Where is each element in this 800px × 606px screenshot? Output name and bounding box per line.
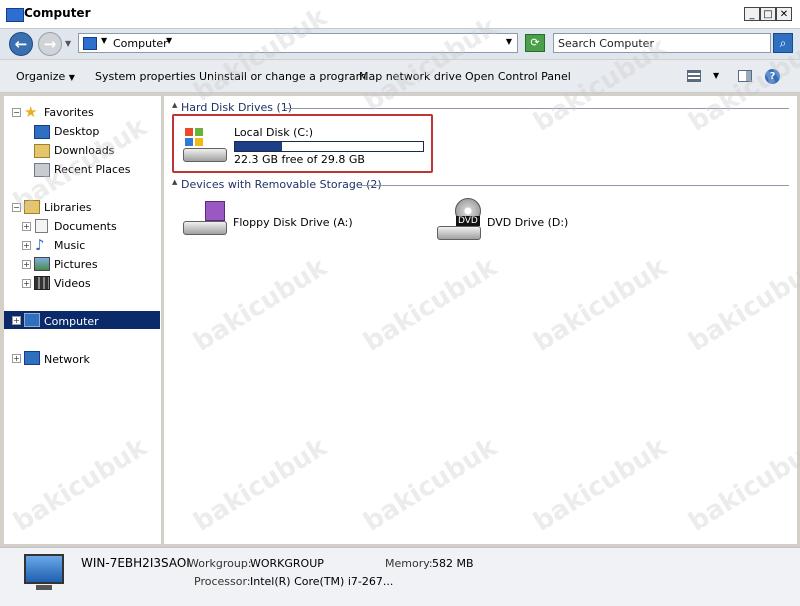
nav-pictures[interactable]: Pictures [54, 258, 98, 271]
expand-music-icon[interactable]: + [22, 241, 31, 250]
nav-recent-places[interactable]: Recent Places [54, 163, 131, 176]
map-network-drive-button[interactable]: Map network drive [359, 70, 462, 83]
expand-pictures-icon[interactable]: + [22, 260, 31, 269]
dvd-drive-icon[interactable] [437, 226, 481, 240]
floppy-disk-icon [205, 201, 225, 221]
processor-label: Processor: [194, 575, 251, 588]
group-divider [284, 108, 789, 109]
computer-icon [83, 37, 97, 50]
maximize-button[interactable]: □ [760, 7, 776, 21]
refresh-button[interactable]: ⟳ [525, 34, 545, 52]
monitor-stand-icon [36, 585, 52, 590]
expand-videos-icon[interactable]: + [22, 279, 31, 288]
dvd-badge: DVD [456, 216, 480, 226]
nav-libraries[interactable]: Libraries [44, 201, 92, 214]
videos-icon [34, 276, 50, 290]
monitor-icon [24, 554, 64, 584]
pictures-icon [34, 257, 50, 271]
collapse-libraries-icon[interactable]: − [12, 203, 21, 212]
workgroup-label: Workgroup: [188, 557, 252, 570]
collapse-group-icon[interactable]: ▲ [172, 101, 177, 109]
group-divider [361, 185, 789, 186]
computer-icon [6, 8, 24, 22]
nav-network[interactable]: Network [44, 353, 90, 366]
forward-button[interactable]: → [38, 32, 62, 56]
nav-music[interactable]: Music [54, 239, 85, 252]
processor-value: Intel(R) Core(TM) i7-267... [250, 575, 394, 588]
desktop-icon [34, 125, 50, 139]
computer-icon [24, 313, 40, 327]
search-input[interactable]: Search Computer [553, 33, 771, 53]
downloads-folder-icon [34, 144, 50, 158]
libraries-icon [24, 200, 40, 214]
floppy-drive-label[interactable]: Floppy Disk Drive (A:) [233, 216, 353, 229]
memory-label: Memory: [385, 557, 433, 570]
documents-icon [35, 219, 48, 233]
chevron-down-icon[interactable]: ▼ [101, 36, 107, 45]
computer-name: WIN-7EBH2I3SAOI [81, 556, 190, 570]
search-icon[interactable]: ⌕ [773, 33, 793, 53]
nav-desktop[interactable]: Desktop [54, 125, 99, 138]
nav-computer[interactable]: Computer [44, 315, 99, 328]
music-icon: ♪ [35, 236, 45, 254]
highlight-box [172, 114, 433, 173]
chevron-down-icon[interactable]: ▼ [166, 36, 172, 45]
nav-documents[interactable]: Documents [54, 220, 117, 233]
nav-favorites[interactable]: Favorites [44, 106, 94, 119]
collapse-favorites-icon[interactable]: − [12, 108, 21, 117]
expand-computer-icon[interactable]: + [12, 316, 21, 325]
workgroup-value: WORKGROUP [250, 557, 324, 570]
nav-downloads[interactable]: Downloads [54, 144, 114, 157]
network-icon [24, 351, 40, 365]
open-control-panel-button[interactable]: Open Control Panel [465, 70, 571, 83]
floppy-drive-icon[interactable] [183, 221, 227, 235]
star-icon: ★ [24, 103, 38, 121]
minimize-button[interactable]: _ [744, 7, 760, 21]
uninstall-program-button[interactable]: Uninstall or change a program [199, 70, 366, 83]
change-view-icon[interactable] [687, 70, 701, 82]
system-properties-button[interactable]: System properties [95, 70, 196, 83]
preview-pane-icon[interactable] [738, 70, 752, 82]
collapse-group-icon[interactable]: ▲ [172, 178, 177, 186]
help-icon[interactable]: ? [765, 69, 780, 84]
view-options-chevron-icon[interactable]: ▼ [713, 71, 719, 80]
window-title: Computer [24, 6, 91, 20]
address-location[interactable]: Computer [113, 37, 168, 50]
title-bar: Computer _ □ ✕ [0, 0, 800, 29]
expand-network-icon[interactable]: + [12, 354, 21, 363]
recent-places-icon [34, 163, 50, 177]
dvd-drive-label[interactable]: DVD Drive (D:) [487, 216, 568, 229]
recent-pages-chevron-icon[interactable]: ▼ [65, 39, 71, 48]
memory-value: 582 MB [432, 557, 474, 570]
expand-documents-icon[interactable]: + [22, 222, 31, 231]
back-button[interactable]: ← [9, 32, 33, 56]
nav-videos[interactable]: Videos [54, 277, 91, 290]
address-input[interactable]: ▼ Computer ▼ ▼ [78, 33, 518, 53]
address-history-chevron-icon[interactable]: ▼ [506, 37, 512, 46]
organize-button[interactable]: Organize ▼ [16, 70, 75, 83]
removable-storage-group-header[interactable]: Devices with Removable Storage (2) [181, 178, 382, 191]
close-button[interactable]: ✕ [776, 7, 792, 21]
hard-disk-drives-group-header[interactable]: Hard Disk Drives (1) [181, 101, 292, 114]
